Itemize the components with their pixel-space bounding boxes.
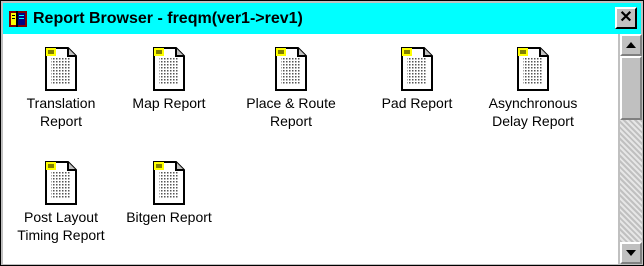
report-document-icon bbox=[153, 47, 185, 91]
scroll-up-button[interactable] bbox=[620, 34, 642, 56]
report-item-place-route[interactable]: Place & Route Report bbox=[235, 46, 347, 130]
scroll-thumb[interactable] bbox=[620, 56, 642, 120]
report-item-post-layout-timing[interactable]: Post Layout Timing Report bbox=[5, 160, 117, 244]
report-document-icon bbox=[45, 47, 77, 91]
report-label: Post Layout Timing Report bbox=[17, 209, 105, 243]
vertical-scrollbar[interactable] bbox=[620, 34, 642, 264]
scroll-down-button[interactable] bbox=[620, 242, 642, 264]
report-item-async-delay[interactable]: Asynchronous Delay Report bbox=[477, 46, 589, 130]
report-document-icon bbox=[153, 161, 185, 205]
app-book-icon bbox=[7, 8, 29, 30]
report-label: Place & Route Report bbox=[246, 95, 336, 129]
report-label: Map Report bbox=[132, 95, 206, 111]
report-label: Asynchronous Delay Report bbox=[488, 95, 578, 129]
arrow-down-icon bbox=[626, 250, 636, 256]
window-title: Report Browser - freqm(ver1->rev1) bbox=[33, 9, 303, 27]
arrow-up-icon bbox=[626, 42, 636, 48]
report-browser-window: Report Browser - freqm(ver1->rev1) ✕ Tra… bbox=[0, 0, 644, 266]
report-document-icon bbox=[275, 47, 307, 91]
report-item-pad[interactable]: Pad Report bbox=[361, 46, 473, 112]
report-label: Translation Report bbox=[26, 95, 96, 129]
report-label: Bitgen Report bbox=[126, 209, 212, 225]
report-item-translation[interactable]: Translation Report bbox=[5, 46, 117, 130]
report-document-icon bbox=[45, 161, 77, 205]
report-document-icon bbox=[517, 47, 549, 91]
report-label: Pad Report bbox=[381, 95, 453, 111]
report-document-icon bbox=[401, 47, 433, 91]
close-button[interactable]: ✕ bbox=[615, 7, 637, 29]
report-item-bitgen[interactable]: Bitgen Report bbox=[113, 160, 225, 226]
report-icon-area: Translation Report Map Report Place & Ro… bbox=[3, 34, 618, 264]
title-bar[interactable]: Report Browser - freqm(ver1->rev1) ✕ bbox=[3, 3, 641, 34]
report-item-map[interactable]: Map Report bbox=[113, 46, 225, 112]
